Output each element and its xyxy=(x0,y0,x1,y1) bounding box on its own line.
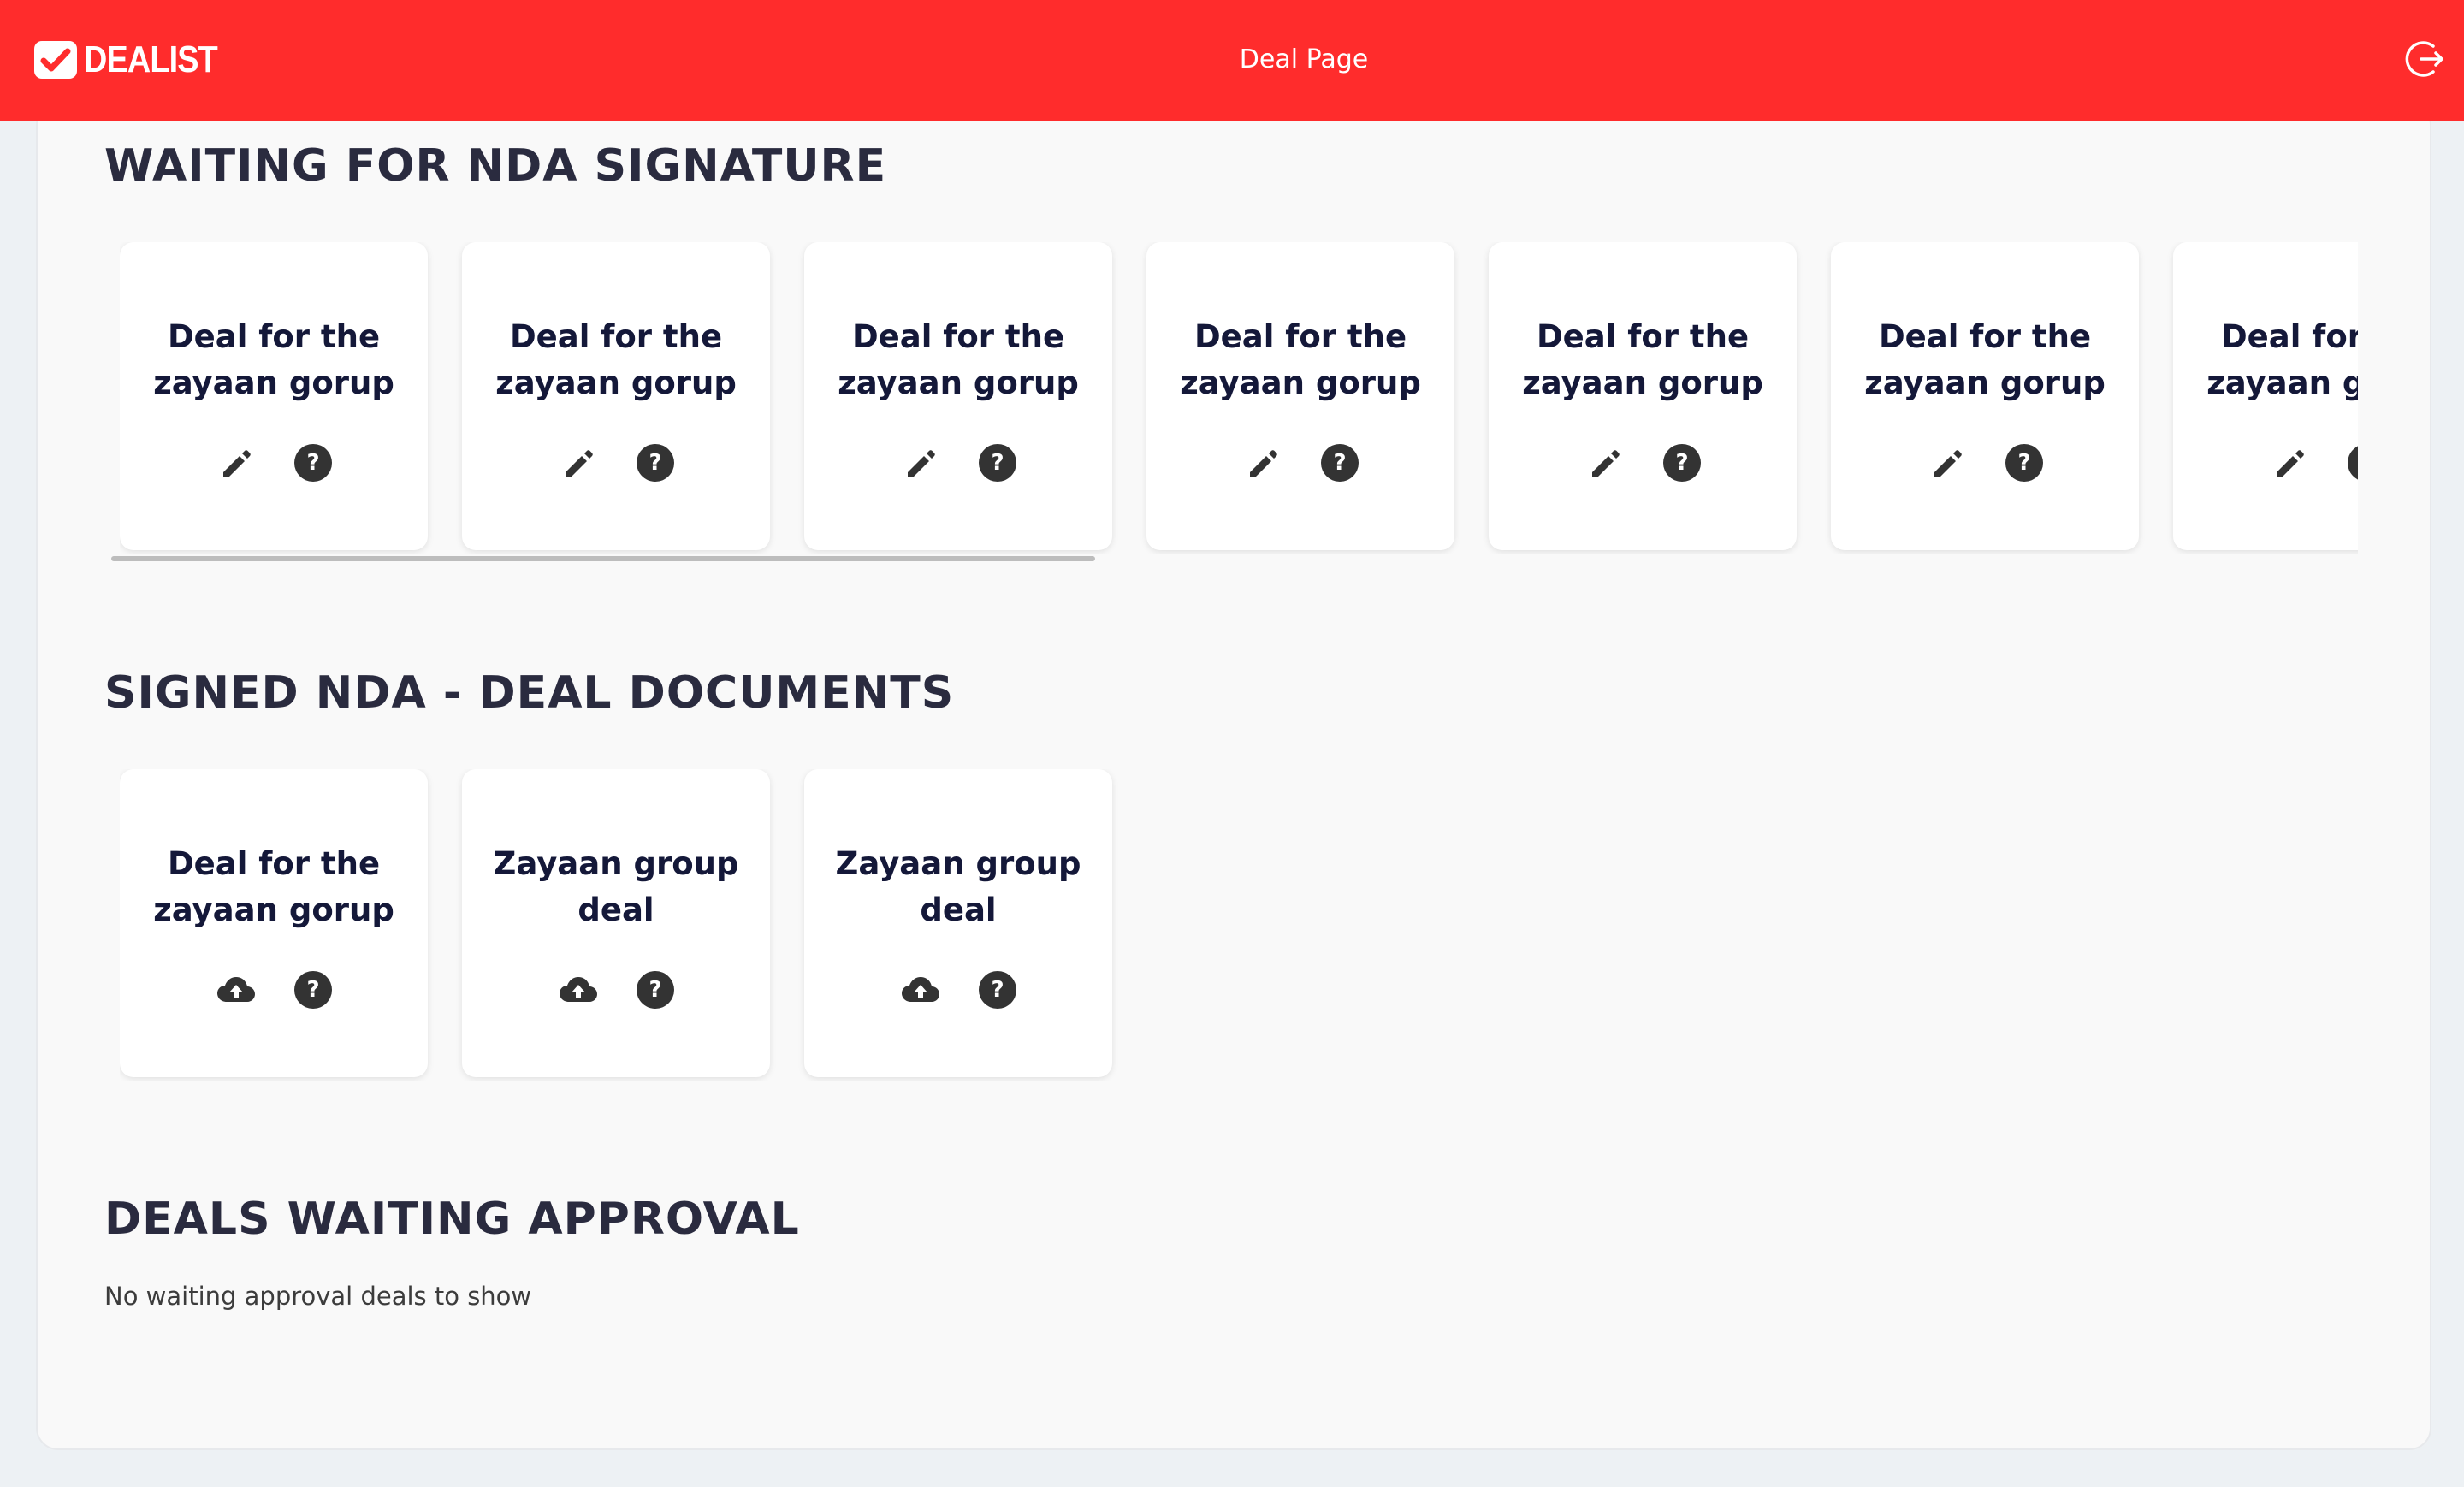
deal-card[interactable]: Zayaan group deal ? xyxy=(462,769,770,1077)
empty-state-message: No waiting approval deals to show xyxy=(104,1282,532,1311)
svg-text:?: ? xyxy=(649,450,661,476)
help-button[interactable]: ? xyxy=(977,969,1018,1010)
svg-text:?: ? xyxy=(1333,450,1346,476)
deal-card[interactable]: Zayaan group deal ? xyxy=(804,769,1112,1077)
cards-row-signed-nda: Deal for the zayaan gorup ? Zayaan group… xyxy=(120,769,1181,1081)
deal-card[interactable]: Deal for the zayaan gorup ? xyxy=(2173,242,2358,550)
help-button[interactable]: ? xyxy=(293,969,334,1010)
svg-text:?: ? xyxy=(649,977,661,1003)
help-button[interactable]: ? xyxy=(977,442,1018,483)
page-title: Deal Page xyxy=(1239,44,1369,74)
help-icon: ? xyxy=(2005,444,2043,482)
edit-button[interactable] xyxy=(1242,442,1283,483)
help-button[interactable]: ? xyxy=(635,442,676,483)
upload-cloud-icon xyxy=(560,977,597,1002)
edit-button[interactable] xyxy=(900,442,941,483)
edit-icon xyxy=(2277,450,2304,477)
help-icon: ? xyxy=(979,444,1016,482)
top-bar: DEALIST Deal Page xyxy=(0,0,2464,121)
horizontal-scrollbar[interactable] xyxy=(111,556,1095,561)
deal-card-title: Deal for the zayaan gorup xyxy=(1864,318,2106,401)
deal-card[interactable]: Deal for the zayaan gorup ? xyxy=(1831,242,2139,550)
deal-card-title: Deal for the zayaan gorup xyxy=(1522,318,1763,401)
section-title-signed-nda: SIGNED NDA - DEAL DOCUMENTS xyxy=(104,667,955,719)
edit-button[interactable] xyxy=(216,442,257,483)
deal-card[interactable]: Deal for the zayaan gorup ? xyxy=(804,242,1112,550)
deal-card[interactable]: Deal for the zayaan gorup ? xyxy=(120,769,428,1077)
edit-button[interactable] xyxy=(2269,442,2310,483)
deal-card[interactable]: Deal for the zayaan gorup ? xyxy=(1146,242,1454,550)
help-icon: ? xyxy=(979,971,1016,1009)
edit-icon xyxy=(566,450,593,477)
cards-row-waiting-nda[interactable]: Deal for the zayaan gorup ? Deal for the… xyxy=(120,242,2358,554)
deal-card-title: Zayaan group deal xyxy=(493,845,739,928)
help-button[interactable]: ? xyxy=(293,442,334,483)
upload-button[interactable] xyxy=(558,969,599,1010)
deal-card-title: Deal for the zayaan gorup xyxy=(1180,318,1421,401)
help-button[interactable]: ? xyxy=(1661,442,1703,483)
help-button[interactable]: ? xyxy=(2346,442,2358,483)
help-icon: ? xyxy=(2348,446,2358,480)
help-icon: ? xyxy=(637,444,674,482)
help-icon: ? xyxy=(637,971,674,1009)
edit-icon xyxy=(908,450,935,477)
help-button[interactable]: ? xyxy=(2004,442,2045,483)
help-button[interactable]: ? xyxy=(1319,442,1360,483)
edit-icon xyxy=(1934,450,1962,477)
deal-card-title: Deal for the zayaan gorup xyxy=(838,318,1079,401)
deal-card-title: Deal for the zayaan gorup xyxy=(2206,318,2358,401)
svg-text:?: ? xyxy=(991,450,1004,476)
help-icon: ? xyxy=(1321,444,1359,482)
deal-card-title: Zayaan group deal xyxy=(835,845,1081,928)
help-icon: ? xyxy=(294,971,332,1009)
svg-text:?: ? xyxy=(991,977,1004,1003)
svg-text:?: ? xyxy=(306,977,319,1003)
edit-icon xyxy=(223,450,251,477)
section-title-waiting-approval: DEALS WAITING APPROVAL xyxy=(104,1194,800,1245)
svg-text:?: ? xyxy=(306,450,319,476)
edit-button[interactable] xyxy=(558,442,599,483)
section-title-waiting-nda: WAITING FOR NDA SIGNATURE xyxy=(104,140,887,192)
deal-card-title: Deal for the zayaan gorup xyxy=(495,318,737,401)
help-icon: ? xyxy=(294,444,332,482)
upload-button[interactable] xyxy=(900,969,941,1010)
deal-card[interactable]: Deal for the zayaan gorup ? xyxy=(462,242,770,550)
edit-icon xyxy=(1250,450,1277,477)
svg-text:?: ? xyxy=(2017,450,2030,476)
upload-cloud-icon xyxy=(902,977,939,1002)
help-button[interactable]: ? xyxy=(635,969,676,1010)
deal-card[interactable]: Deal for the zayaan gorup ? xyxy=(120,242,428,550)
logout-button[interactable] xyxy=(2404,38,2447,80)
deal-card-title: Deal for the zayaan gorup xyxy=(153,845,394,928)
upload-button[interactable] xyxy=(216,969,257,1010)
logout-icon xyxy=(2405,41,2443,77)
edit-button[interactable] xyxy=(1584,442,1626,483)
help-icon: ? xyxy=(1663,444,1701,482)
upload-cloud-icon xyxy=(217,977,255,1002)
svg-text:?: ? xyxy=(1675,450,1688,476)
deal-card-title: Deal for the zayaan gorup xyxy=(153,318,394,401)
edit-button[interactable] xyxy=(1927,442,1968,483)
edit-icon xyxy=(1592,450,1620,477)
deal-card[interactable]: Deal for the zayaan gorup ? xyxy=(1489,242,1797,550)
